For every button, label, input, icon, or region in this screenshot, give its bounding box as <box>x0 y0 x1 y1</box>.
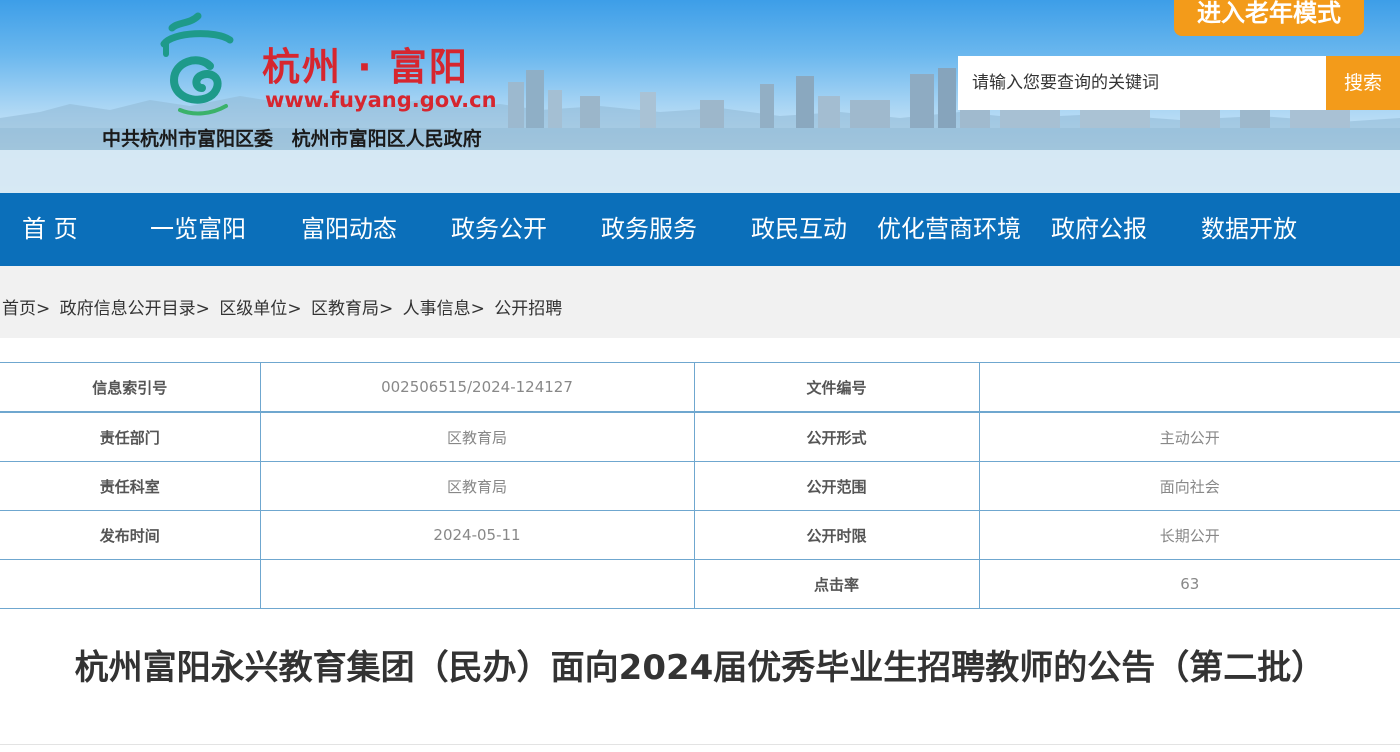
value-empty <box>259 559 695 609</box>
label-empty <box>0 559 261 609</box>
value-document-number <box>978 362 1400 413</box>
label-responsible-dept: 责任部门 <box>0 411 261 462</box>
search-input[interactable] <box>958 56 1326 110</box>
info-table: 信息索引号 002506515/2024-124127 文件编号 责任部门 区教… <box>0 362 1400 609</box>
nav-item-news[interactable]: 富阳动态 <box>301 193 397 266</box>
label-disclosure-form: 公开形式 <box>693 411 980 462</box>
label-responsible-section: 责任科室 <box>0 461 261 511</box>
nav-item-gov-open[interactable]: 政务公开 <box>451 193 547 266</box>
value-click-rate: 63 <box>978 559 1400 609</box>
breadcrumb-item-catalog[interactable]: 政府信息公开目录 <box>60 299 196 319</box>
value-disclosure-scope: 面向社会 <box>978 461 1400 511</box>
main-nav: 首 页 一览富阳 富阳动态 政务公开 政务服务 政民互动 优化营商环境 政府公报… <box>0 193 1400 266</box>
breadcrumb-bar: 首页> 政府信息公开目录> 区级单位> 区教育局> 人事信息> 公开招聘 <box>0 266 1400 338</box>
nav-item-overview[interactable]: 一览富阳 <box>150 193 246 266</box>
nav-item-interaction[interactable]: 政民互动 <box>751 193 847 266</box>
value-disclosure-period: 长期公开 <box>978 510 1400 560</box>
label-publish-date: 发布时间 <box>0 510 261 560</box>
table-row: 责任科室 区教育局 公开范围 面向社会 <box>0 461 1400 511</box>
table-row: 责任部门 区教育局 公开形式 主动公开 <box>0 411 1400 462</box>
nav-item-home[interactable]: 首 页 <box>22 193 78 266</box>
fuyang-logo-icon <box>160 12 234 116</box>
value-responsible-section: 区教育局 <box>259 461 695 511</box>
article-title: 杭州富阳永兴教育集团（民办）面向2024届优秀毕业生招聘教师的公告（第二批） <box>74 648 1326 688</box>
label-disclosure-period: 公开时限 <box>693 510 980 560</box>
breadcrumb-separator: > <box>287 299 302 319</box>
value-publish-date: 2024-05-11 <box>259 510 695 560</box>
site-subtitle: 中共杭州市富阳区委 杭州市富阳区人民政府 <box>102 128 482 150</box>
nav-item-bulletin[interactable]: 政府公报 <box>1051 193 1147 266</box>
nav-item-open-data[interactable]: 数据开放 <box>1201 193 1297 266</box>
breadcrumb-item-district-units[interactable]: 区级单位 <box>219 299 287 319</box>
site-url[interactable]: www.fuyang.gov.cn <box>265 88 497 112</box>
site-header: 杭州 · 富阳 www.fuyang.gov.cn 中共杭州市富阳区委 杭州市富… <box>0 0 1400 193</box>
breadcrumb-separator: > <box>378 299 394 319</box>
elder-mode-button[interactable]: 进入老年模式 <box>1174 0 1364 36</box>
search-button[interactable]: 搜索 <box>1326 56 1400 110</box>
nav-item-business[interactable]: 优化营商环境 <box>877 193 1021 266</box>
nav-item-gov-service[interactable]: 政务服务 <box>601 193 697 266</box>
table-row: 发布时间 2024-05-11 公开时限 长期公开 <box>0 510 1400 560</box>
value-index-number: 002506515/2024-124127 <box>259 362 695 413</box>
label-document-number: 文件编号 <box>693 362 980 413</box>
value-responsible-dept: 区教育局 <box>259 411 695 462</box>
value-disclosure-form: 主动公开 <box>978 411 1400 462</box>
label-disclosure-scope: 公开范围 <box>693 461 980 511</box>
breadcrumb-item-education-bureau[interactable]: 区教育局 <box>311 299 379 319</box>
label-click-rate: 点击率 <box>693 559 980 609</box>
breadcrumb-item-recruitment[interactable]: 公开招聘 <box>494 299 562 319</box>
site-title: 杭州 · 富阳 <box>262 45 469 89</box>
breadcrumb-separator: > <box>470 299 485 319</box>
label-index-number: 信息索引号 <box>0 362 261 413</box>
breadcrumb: 首页> 政府信息公开目录> 区级单位> 区教育局> 人事信息> 公开招聘 <box>2 266 562 338</box>
table-row: 信息索引号 002506515/2024-124127 文件编号 <box>0 362 1400 413</box>
divider <box>0 744 1400 745</box>
breadcrumb-separator: > <box>195 299 210 319</box>
breadcrumb-separator: > <box>36 299 51 319</box>
table-row: 点击率 63 <box>0 559 1400 609</box>
breadcrumb-item-personnel[interactable]: 人事信息 <box>403 299 471 319</box>
breadcrumb-item-home[interactable]: 首页 <box>2 299 36 319</box>
